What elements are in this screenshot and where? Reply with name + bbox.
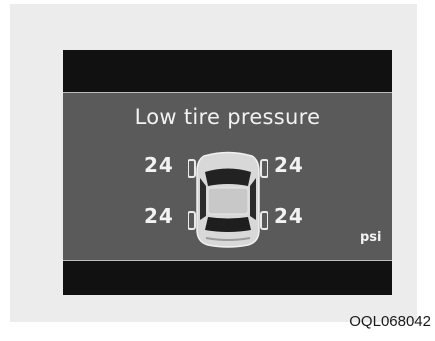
tire-icon bbox=[260, 159, 268, 178]
car-top-view-icon bbox=[188, 151, 268, 248]
warning-title: Low tire pressure bbox=[134, 105, 321, 129]
pressure-rear-right: 24 bbox=[274, 204, 304, 228]
tire-icon bbox=[188, 211, 196, 230]
tpms-screen: Low tire pressure 24 24 24 24 psi bbox=[63, 92, 392, 261]
pressure-unit: psi bbox=[360, 230, 382, 245]
pressure-front-left: 24 bbox=[144, 153, 174, 177]
pressure-rear-left: 24 bbox=[144, 204, 174, 228]
tire-icon bbox=[260, 211, 268, 230]
tire-icon bbox=[188, 159, 196, 178]
pressure-front-right: 24 bbox=[274, 153, 304, 177]
instrument-display: Low tire pressure 24 24 24 24 psi bbox=[63, 50, 392, 295]
figure-code: OQL068042 bbox=[349, 313, 431, 330]
